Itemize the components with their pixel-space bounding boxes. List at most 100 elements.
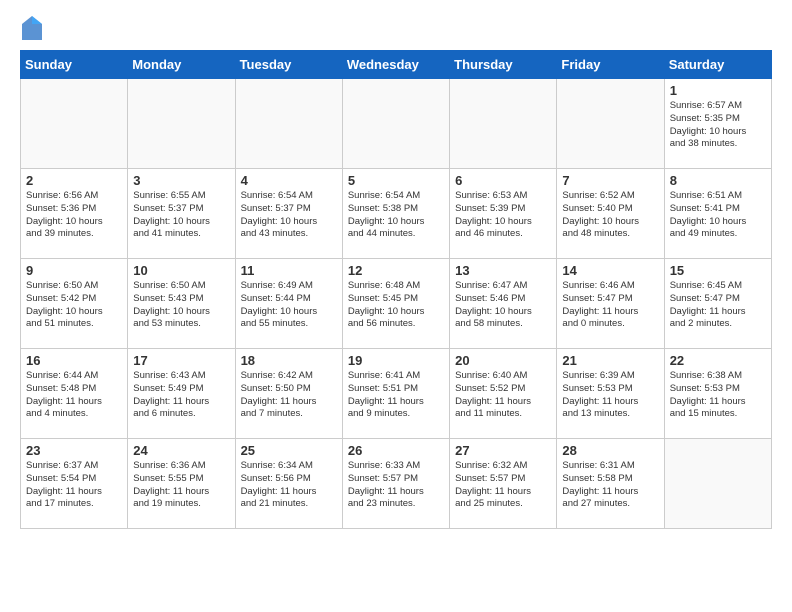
day-info: Sunrise: 6:31 AM Sunset: 5:58 PM Dayligh… [562, 460, 658, 511]
day-info: Sunrise: 6:50 AM Sunset: 5:42 PM Dayligh… [26, 280, 122, 331]
day-info: Sunrise: 6:38 AM Sunset: 5:53 PM Dayligh… [670, 370, 766, 421]
calendar-cell: 12 Sunrise: 6:48 AM Sunset: 5:45 PM Dayli… [342, 259, 449, 349]
page-header [20, 20, 772, 40]
day-info: Sunrise: 6:51 AM Sunset: 5:41 PM Dayligh… [670, 190, 766, 241]
day-info: Sunrise: 6:48 AM Sunset: 5:45 PM Dayligh… [348, 280, 444, 331]
calendar-cell: 17 Sunrise: 6:43 AM Sunset: 5:49 PM Dayli… [128, 349, 235, 439]
day-info: Sunrise: 6:41 AM Sunset: 5:51 PM Dayligh… [348, 370, 444, 421]
calendar-cell: 21 Sunrise: 6:39 AM Sunset: 5:53 PM Dayli… [557, 349, 664, 439]
day-number: 25 [241, 443, 337, 458]
calendar-cell: 9Sunrise: 6:50 AM Sunset: 5:42 PM Daylig… [21, 259, 128, 349]
day-info: Sunrise: 6:54 AM Sunset: 5:38 PM Dayligh… [348, 190, 444, 241]
weekday-header-saturday: Saturday [664, 51, 771, 79]
calendar-cell: 13 Sunrise: 6:47 AM Sunset: 5:46 PM Dayli… [450, 259, 557, 349]
day-number: 7 [562, 173, 658, 188]
calendar-cell: 25 Sunrise: 6:34 AM Sunset: 5:56 PM Dayli… [235, 439, 342, 529]
day-info: Sunrise: 6:44 AM Sunset: 5:48 PM Dayligh… [26, 370, 122, 421]
day-info: Sunrise: 6:54 AM Sunset: 5:37 PM Dayligh… [241, 190, 337, 241]
calendar-cell: 28 Sunrise: 6:31 AM Sunset: 5:58 PM Dayli… [557, 439, 664, 529]
calendar-cell [21, 79, 128, 169]
calendar-week-row: 16 Sunrise: 6:44 AM Sunset: 5:48 PM Dayli… [21, 349, 772, 439]
calendar-cell [664, 439, 771, 529]
calendar-week-row: 23 Sunrise: 6:37 AM Sunset: 5:54 PM Dayli… [21, 439, 772, 529]
day-number: 24 [133, 443, 229, 458]
day-number: 27 [455, 443, 551, 458]
day-info: Sunrise: 6:57 AM Sunset: 5:35 PM Dayligh… [670, 100, 766, 151]
calendar-cell: 15 Sunrise: 6:45 AM Sunset: 5:47 PM Dayli… [664, 259, 771, 349]
day-number: 11 [241, 263, 337, 278]
day-number: 17 [133, 353, 229, 368]
day-info: Sunrise: 6:37 AM Sunset: 5:54 PM Dayligh… [26, 460, 122, 511]
day-info: Sunrise: 6:49 AM Sunset: 5:44 PM Dayligh… [241, 280, 337, 331]
weekday-header-tuesday: Tuesday [235, 51, 342, 79]
day-info: Sunrise: 6:40 AM Sunset: 5:52 PM Dayligh… [455, 370, 551, 421]
calendar-cell: 22 Sunrise: 6:38 AM Sunset: 5:53 PM Dayli… [664, 349, 771, 439]
day-number: 21 [562, 353, 658, 368]
logo [20, 20, 42, 40]
calendar-cell: 23 Sunrise: 6:37 AM Sunset: 5:54 PM Dayli… [21, 439, 128, 529]
calendar-cell: 11 Sunrise: 6:49 AM Sunset: 5:44 PM Dayli… [235, 259, 342, 349]
day-number: 8 [670, 173, 766, 188]
calendar-header-row: SundayMondayTuesdayWednesdayThursdayFrid… [21, 51, 772, 79]
calendar-cell: 4 Sunrise: 6:54 AM Sunset: 5:37 PM Daylig… [235, 169, 342, 259]
day-number: 15 [670, 263, 766, 278]
calendar-table: SundayMondayTuesdayWednesdayThursdayFrid… [20, 50, 772, 529]
day-info: Sunrise: 6:34 AM Sunset: 5:56 PM Dayligh… [241, 460, 337, 511]
calendar-week-row: 9Sunrise: 6:50 AM Sunset: 5:42 PM Daylig… [21, 259, 772, 349]
calendar-cell: 8 Sunrise: 6:51 AM Sunset: 5:41 PM Daylig… [664, 169, 771, 259]
day-number: 13 [455, 263, 551, 278]
day-info: Sunrise: 6:53 AM Sunset: 5:39 PM Dayligh… [455, 190, 551, 241]
day-info: Sunrise: 6:46 AM Sunset: 5:47 PM Dayligh… [562, 280, 658, 331]
weekday-header-thursday: Thursday [450, 51, 557, 79]
day-number: 26 [348, 443, 444, 458]
day-number: 23 [26, 443, 122, 458]
day-number: 19 [348, 353, 444, 368]
day-number: 18 [241, 353, 337, 368]
calendar-cell: 24 Sunrise: 6:36 AM Sunset: 5:55 PM Dayli… [128, 439, 235, 529]
day-number: 1 [670, 83, 766, 98]
day-number: 28 [562, 443, 658, 458]
day-number: 14 [562, 263, 658, 278]
day-info: Sunrise: 6:42 AM Sunset: 5:50 PM Dayligh… [241, 370, 337, 421]
logo-icon [22, 16, 42, 40]
day-info: Sunrise: 6:50 AM Sunset: 5:43 PM Dayligh… [133, 280, 229, 331]
day-number: 20 [455, 353, 551, 368]
day-number: 3 [133, 173, 229, 188]
day-info: Sunrise: 6:39 AM Sunset: 5:53 PM Dayligh… [562, 370, 658, 421]
calendar-cell: 20 Sunrise: 6:40 AM Sunset: 5:52 PM Dayli… [450, 349, 557, 439]
calendar-cell: 6 Sunrise: 6:53 AM Sunset: 5:39 PM Daylig… [450, 169, 557, 259]
calendar-week-row: 1 Sunrise: 6:57 AM Sunset: 5:35 PM Daylig… [21, 79, 772, 169]
calendar-cell: 2 Sunrise: 6:56 AM Sunset: 5:36 PM Daylig… [21, 169, 128, 259]
calendar-cell [450, 79, 557, 169]
calendar-cell: 3 Sunrise: 6:55 AM Sunset: 5:37 PM Daylig… [128, 169, 235, 259]
day-info: Sunrise: 6:56 AM Sunset: 5:36 PM Dayligh… [26, 190, 122, 241]
calendar-cell [128, 79, 235, 169]
day-number: 5 [348, 173, 444, 188]
day-number: 10 [133, 263, 229, 278]
day-number: 22 [670, 353, 766, 368]
calendar-cell: 19 Sunrise: 6:41 AM Sunset: 5:51 PM Dayli… [342, 349, 449, 439]
day-number: 4 [241, 173, 337, 188]
day-info: Sunrise: 6:33 AM Sunset: 5:57 PM Dayligh… [348, 460, 444, 511]
weekday-header-wednesday: Wednesday [342, 51, 449, 79]
day-info: Sunrise: 6:45 AM Sunset: 5:47 PM Dayligh… [670, 280, 766, 331]
calendar-cell [235, 79, 342, 169]
day-number: 16 [26, 353, 122, 368]
calendar-cell: 27Sunrise: 6:32 AM Sunset: 5:57 PM Dayli… [450, 439, 557, 529]
day-info: Sunrise: 6:52 AM Sunset: 5:40 PM Dayligh… [562, 190, 658, 241]
day-info: Sunrise: 6:43 AM Sunset: 5:49 PM Dayligh… [133, 370, 229, 421]
day-number: 2 [26, 173, 122, 188]
day-info: Sunrise: 6:55 AM Sunset: 5:37 PM Dayligh… [133, 190, 229, 241]
calendar-cell: 14 Sunrise: 6:46 AM Sunset: 5:47 PM Dayli… [557, 259, 664, 349]
calendar-cell: 7 Sunrise: 6:52 AM Sunset: 5:40 PM Daylig… [557, 169, 664, 259]
calendar-cell: 1 Sunrise: 6:57 AM Sunset: 5:35 PM Daylig… [664, 79, 771, 169]
calendar-cell: 26 Sunrise: 6:33 AM Sunset: 5:57 PM Dayli… [342, 439, 449, 529]
calendar-cell: 18 Sunrise: 6:42 AM Sunset: 5:50 PM Dayli… [235, 349, 342, 439]
day-number: 6 [455, 173, 551, 188]
calendar-cell [342, 79, 449, 169]
calendar-cell: 16 Sunrise: 6:44 AM Sunset: 5:48 PM Dayli… [21, 349, 128, 439]
day-number: 12 [348, 263, 444, 278]
day-info: Sunrise: 6:47 AM Sunset: 5:46 PM Dayligh… [455, 280, 551, 331]
calendar-cell [557, 79, 664, 169]
day-info: Sunrise: 6:36 AM Sunset: 5:55 PM Dayligh… [133, 460, 229, 511]
